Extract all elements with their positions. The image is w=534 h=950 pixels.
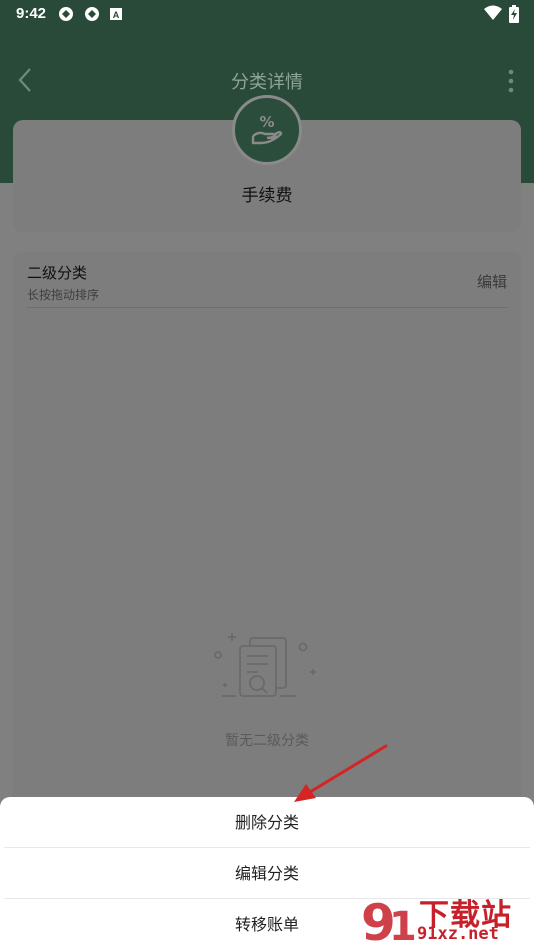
more-vertical-icon[interactable] xyxy=(504,68,518,94)
watermark: 9 1 下载站 91xz.net xyxy=(357,890,532,950)
delete-category-button[interactable]: 删除分类 xyxy=(0,797,534,848)
font-a-icon: A xyxy=(110,8,122,20)
page-title: 分类详情 xyxy=(231,72,303,93)
annotation-arrow-icon xyxy=(294,744,388,802)
subcategory-hint: 长按拖动排序 xyxy=(27,288,100,302)
edit-subcategory-button[interactable]: 编辑 xyxy=(477,271,507,292)
svg-text:A: A xyxy=(113,10,120,20)
sync-icon xyxy=(85,7,99,21)
svg-text:%: % xyxy=(259,113,274,131)
wifi-icon xyxy=(484,5,502,20)
empty-state-text: 暂无二级分类 xyxy=(225,733,309,749)
sync-icon xyxy=(59,7,73,21)
percent-hand-icon: % xyxy=(251,113,283,145)
subcategory-card xyxy=(13,252,521,812)
battery-charging-icon xyxy=(509,5,519,23)
watermark-url: 91xz.net xyxy=(417,924,499,944)
category-badge: % xyxy=(232,95,302,165)
status-time: 9:42 xyxy=(16,5,47,22)
watermark-logo-icon: 9 1 xyxy=(361,894,417,950)
empty-document-icon xyxy=(214,633,316,697)
subcategory-title: 二级分类 xyxy=(27,264,88,282)
divider xyxy=(27,307,507,308)
status-bar: 9:42 A xyxy=(0,0,534,28)
category-name: 手续费 xyxy=(241,186,293,206)
svg-text:1: 1 xyxy=(389,904,417,950)
